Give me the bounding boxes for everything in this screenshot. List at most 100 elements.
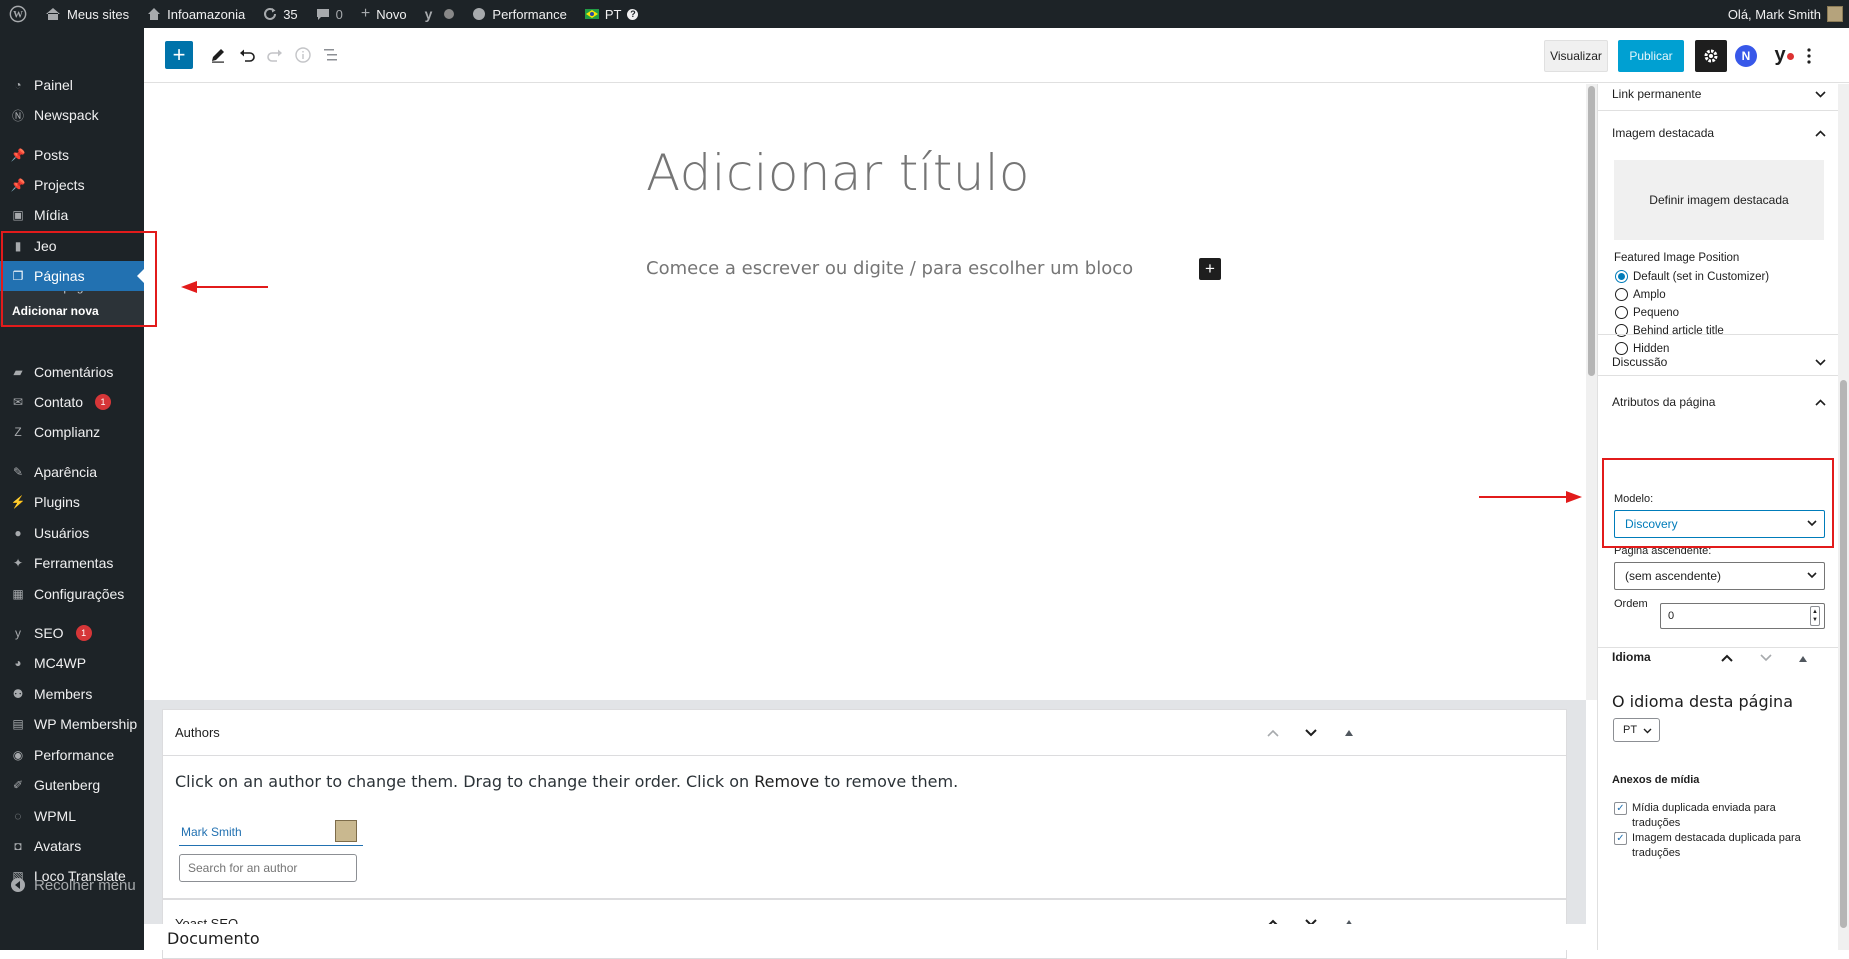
sidebar-item-plugins[interactable]: ⚡ Plugins (0, 487, 144, 517)
sidebar-item-posts[interactable]: 📌 Posts (0, 140, 144, 170)
collapse-icon (10, 877, 26, 893)
sidebar-item-gutenberg[interactable]: ✐ Gutenberg (0, 770, 144, 800)
language-move-down-icon[interactable] (1760, 651, 1772, 665)
site-name-link[interactable]: Infoamazonia (138, 0, 254, 28)
move-down-button[interactable] (1301, 723, 1321, 743)
block-inserter-button[interactable]: + (165, 41, 193, 69)
highlight-pages-menu (1, 231, 157, 327)
duplicate-media-checkbox[interactable]: ✓ Mídia duplicada enviada para traduções (1614, 801, 1814, 831)
language-switcher[interactable]: PT ? (576, 0, 648, 28)
sidebar-item-members[interactable]: ⚉ Members (0, 679, 144, 709)
order-label: Ordem (1614, 598, 1648, 610)
sidebar-item-newspack[interactable]: Ⓝ Newspack (0, 100, 144, 130)
pencil-icon (212, 49, 224, 63)
move-up-button[interactable] (1263, 723, 1283, 743)
preview-button[interactable]: Visualizar (1544, 40, 1608, 72)
new-content-link[interactable]: + Novo (352, 0, 416, 28)
post-title-input[interactable]: Adicionar título (646, 144, 1030, 202)
settings-scrollbar[interactable] (1838, 84, 1849, 950)
featured-position-radio[interactable]: Behind article title (1615, 324, 1724, 337)
my-account[interactable]: Olá, Mark Smith (1728, 6, 1849, 22)
more-options-button[interactable] (1799, 42, 1819, 70)
author-item[interactable]: Mark Smith (179, 818, 363, 846)
chevron-down-icon (1815, 358, 1826, 366)
sidebar-item-complianz[interactable]: Z Complianz (0, 417, 144, 447)
updates-link[interactable]: 35 (254, 0, 306, 28)
language-move-up-icon[interactable] (1721, 651, 1733, 665)
my-sites-icon (46, 8, 60, 20)
admin-sidebar: Todas as páginas Adicionar nova ◔PainelⓃ… (0, 28, 144, 950)
editor-scrollbar-thumb[interactable] (1588, 86, 1595, 376)
newspack-plugin-button[interactable]: N (1735, 45, 1757, 67)
my-sites-link[interactable]: Meus sites (36, 0, 138, 28)
publish-button[interactable]: Publicar (1618, 40, 1684, 72)
sidebar-item-ferramentas[interactable]: ✦ Ferramentas (0, 548, 144, 578)
notification-badge: 1 (75, 625, 92, 641)
sidebar-item-performance[interactable]: ◉ Performance (0, 740, 144, 770)
block-breadcrumb[interactable]: Documento (167, 929, 260, 948)
sidebar-item-wpml[interactable]: ◌ WPML (0, 801, 144, 831)
sidebar-item-usuários[interactable]: ● Usuários (0, 518, 144, 548)
duplicate-featured-checkbox[interactable]: ✓ Imagem destacada duplicada para traduç… (1614, 831, 1814, 861)
featured-position-radio[interactable]: Amplo (1615, 288, 1666, 301)
radio-circle-icon (1615, 288, 1628, 301)
plugin-icon: ⚡ (10, 495, 26, 509)
performance-link[interactable]: Performance (463, 0, 575, 28)
yoast-sidebar-button[interactable]: y (1768, 42, 1794, 68)
sidebar-item-mídia[interactable]: ▣ Mídia (0, 200, 144, 230)
newspack-icon: N (1741, 49, 1751, 63)
metabox-title: Authors (175, 725, 220, 740)
sidebar-item-seo[interactable]: y SEO 1 (0, 618, 144, 648)
editor-toolbar: + Visualizar Publicar N y (144, 28, 1849, 83)
comment-icon: ▰ (13, 365, 23, 379)
permalink-panel-toggle[interactable]: Link permanente (1598, 84, 1838, 104)
author-search-input[interactable]: Search for an author (179, 854, 357, 882)
language-select[interactable]: PT (1613, 718, 1660, 742)
featured-position-radio[interactable]: Default (set in Customizer) (1615, 270, 1769, 283)
page-attributes-panel-toggle[interactable]: Atributos da página (1598, 384, 1838, 420)
language-toggle-icon[interactable] (1799, 651, 1807, 665)
featured-position-radio[interactable]: Pequeno (1615, 306, 1679, 319)
yoast-adminbar-link[interactable]: y (416, 0, 464, 28)
parent-page-select[interactable]: (sem ascendente) (1614, 562, 1825, 590)
help-icon: ? (627, 8, 639, 20)
undo-button[interactable] (233, 41, 261, 69)
toggle-panel-button[interactable] (1339, 723, 1359, 743)
details-button[interactable] (289, 41, 317, 69)
collapse-menu-button[interactable]: Recolher menu (0, 870, 144, 900)
sidebar-item-comentários[interactable]: ▰ Comentários (0, 357, 144, 387)
list-view-button[interactable] (317, 41, 345, 69)
membership-icon: ▤ (12, 717, 24, 731)
radio-circle-icon (1615, 324, 1628, 337)
featured-image-panel-toggle[interactable]: Imagem destacada (1598, 116, 1838, 150)
inline-block-inserter-button[interactable]: + (1199, 258, 1221, 280)
arrow-head-left-icon (181, 281, 197, 293)
newspack-icon: Ⓝ (11, 108, 24, 123)
comment-bubble-icon (316, 8, 329, 20)
sidebar-item-configurações[interactable]: ▦ Configurações (0, 579, 144, 609)
sidebar-item-contato[interactable]: ✉ Contato 1 (0, 387, 144, 417)
sidebar-item-wp-membership[interactable]: ▤ WP Membership (0, 709, 144, 739)
settings-scrollbar-thumb[interactable] (1840, 380, 1847, 928)
paragraph-block-placeholder[interactable]: Comece a escrever ou digite / para escol… (646, 258, 1133, 279)
avatars-icon: ◘ (14, 839, 22, 853)
settings-button[interactable] (1695, 40, 1727, 72)
redo-button[interactable] (261, 41, 289, 69)
sidebar-item-projects[interactable]: 📌 Projects (0, 170, 144, 200)
spinner-icon[interactable]: ▲ ▼ (1810, 606, 1820, 626)
set-featured-image-button[interactable]: Definir imagem destacada (1614, 160, 1824, 240)
sidebar-item-aparência[interactable]: ✎ Aparência (0, 457, 144, 487)
comments-link[interactable]: 0 (307, 0, 352, 28)
sidebar-item-mc4wp[interactable]: ◕ MC4WP (0, 648, 144, 678)
order-input[interactable]: 0 ▲ ▼ (1660, 603, 1825, 629)
sidebar-item-avatars[interactable]: ◘ Avatars (0, 831, 144, 861)
undo-icon (240, 49, 255, 62)
editor-scrollbar[interactable] (1586, 84, 1597, 700)
svg-text:W: W (13, 10, 23, 21)
sidebar-item-painel[interactable]: ◔ Painel (0, 70, 144, 100)
discussion-panel-toggle[interactable]: Discussão (1598, 340, 1838, 384)
pin-icon: 📌 (10, 178, 26, 192)
tools-button[interactable] (204, 41, 232, 69)
wordpress-logo-icon[interactable]: W (0, 0, 36, 28)
members-icon: ⚉ (12, 687, 24, 701)
